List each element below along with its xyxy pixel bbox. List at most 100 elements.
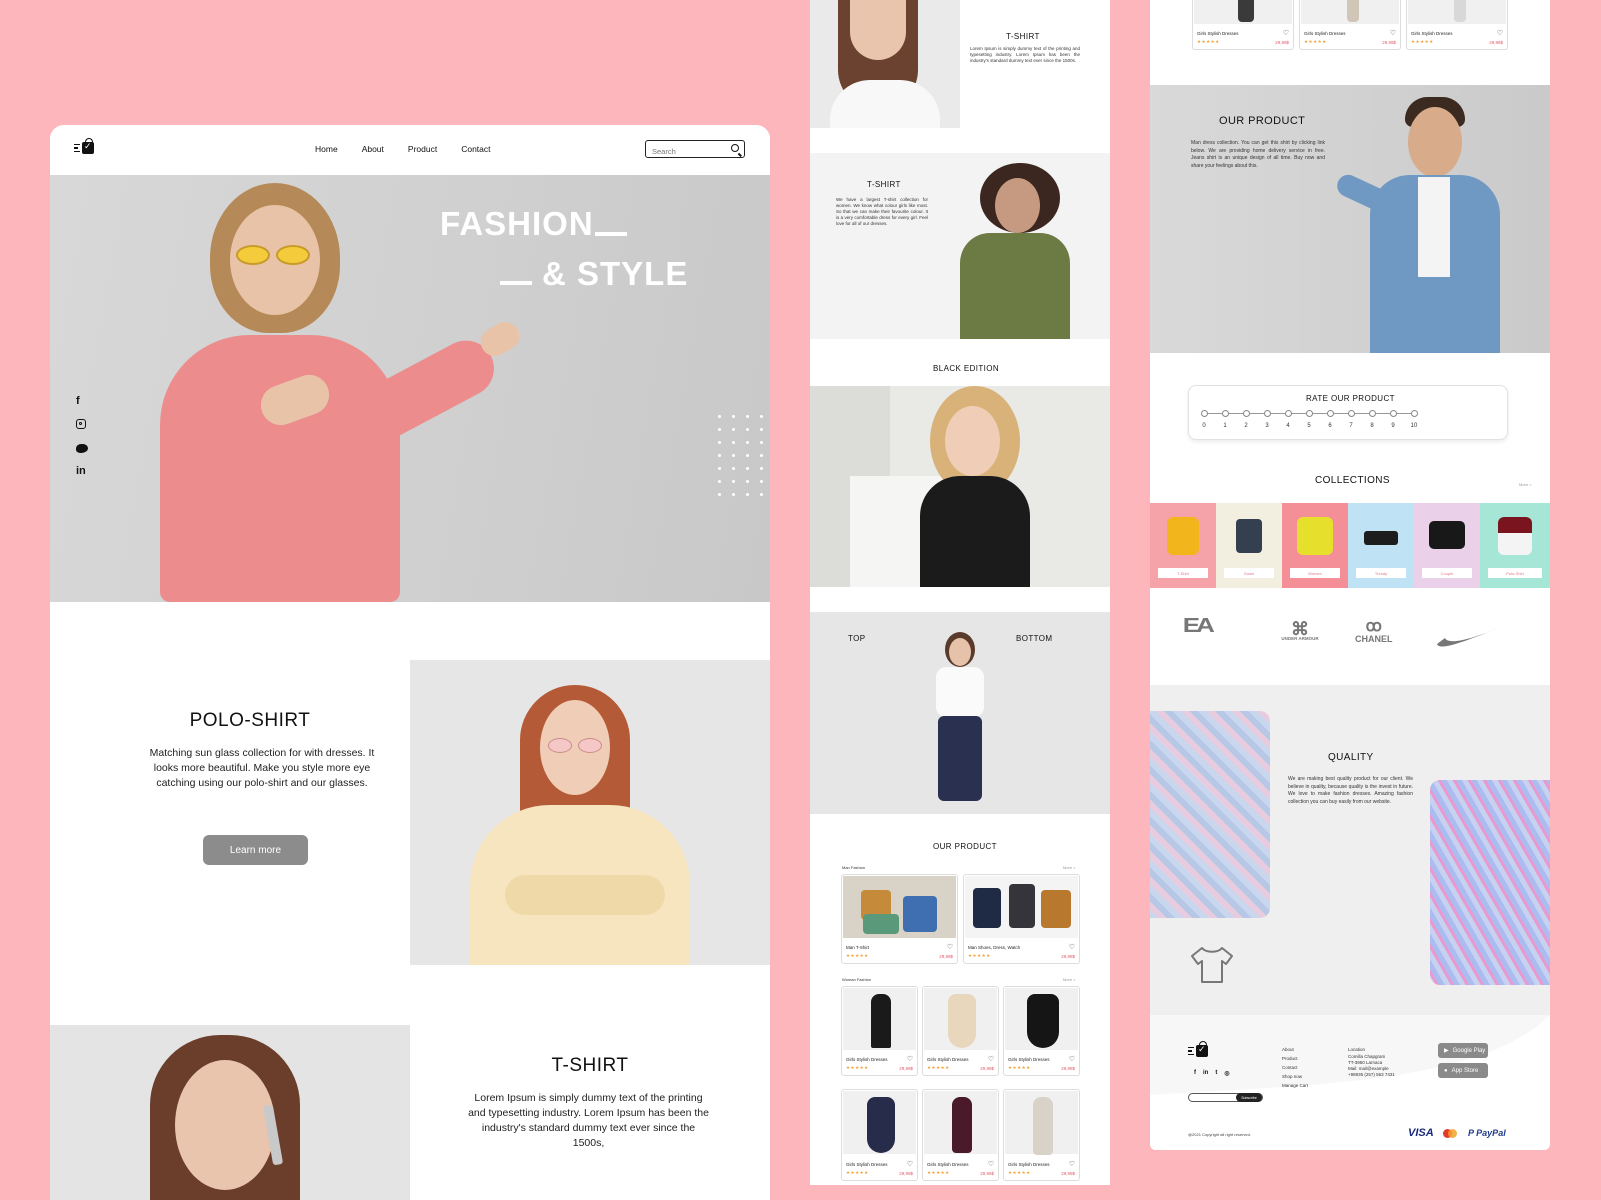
facebook-icon[interactable]: f xyxy=(76,395,88,407)
hero-title-line1: FASHION xyxy=(440,205,594,242)
rating-stars: ★★★★★ xyxy=(927,1170,950,1175)
dot-pattern xyxy=(718,415,764,496)
collection-tile[interactable]: Gown xyxy=(1216,503,1282,588)
collection-tile[interactable]: Women xyxy=(1282,503,1348,588)
product-name: Girls Stylish Dresses xyxy=(846,1057,888,1062)
product-card[interactable]: Girls Stylish Dresses ♡ ★★★★★ 29,99$ xyxy=(1003,986,1080,1076)
heart-icon[interactable]: ♡ xyxy=(988,1160,994,1168)
subscribe-button[interactable]: Subscribe xyxy=(1236,1093,1262,1102)
product-name: Girls Stylish Dresses xyxy=(1197,31,1239,36)
twitter-icon[interactable]: t xyxy=(1215,1070,1217,1077)
rating-point[interactable] xyxy=(1368,410,1376,417)
location-line: +98935 (257) 563 7431 xyxy=(1348,1072,1395,1077)
hero-title-line2: & STYLE xyxy=(542,255,689,292)
visa-logo: VISA xyxy=(1408,1127,1434,1139)
product-card[interactable]: Girls Stylish Dresses ♡ ★★★★★ 29,99$ xyxy=(1406,0,1508,50)
footer-link[interactable]: Manage Cart xyxy=(1282,1081,1308,1090)
linkedin-icon[interactable]: in xyxy=(76,465,88,477)
heart-icon[interactable]: ♡ xyxy=(988,1055,994,1063)
search-icon[interactable] xyxy=(731,144,739,152)
rating-point[interactable] xyxy=(1326,410,1334,417)
google-play-button[interactable]: ▶ Google Play xyxy=(1438,1043,1488,1058)
brand-logo-chanel[interactable]: ꝏ CHANEL xyxy=(1355,619,1393,645)
footer-link[interactable]: Contact xyxy=(1282,1063,1308,1072)
heart-icon[interactable]: ♡ xyxy=(947,943,953,951)
product-name: Man Shoes, Dress, Watch xyxy=(968,945,1021,950)
our-product-title: OUR PRODUCT xyxy=(933,842,997,851)
linkedin-icon[interactable]: in xyxy=(1203,1070,1208,1077)
rating-point[interactable] xyxy=(1389,410,1397,417)
brand-logo-emporio[interactable]: EA xyxy=(1183,615,1215,638)
product-price: 29,99$ xyxy=(899,1066,913,1071)
nav-link-product[interactable]: Product xyxy=(408,144,437,154)
rating-stars: ★★★★★ xyxy=(1008,1170,1031,1175)
black-edition-image xyxy=(810,386,1110,587)
rating-point[interactable] xyxy=(1242,410,1250,417)
app-store-button[interactable]: ● App Store xyxy=(1438,1063,1488,1078)
product-card[interactable]: Man Shoes, Dress, Watch ♡ ★★★★★ 29,99$ xyxy=(963,874,1080,964)
brand-collection-panel: Girls Stylish Dresses ♡ ★★★★★ 29,99$ Gir… xyxy=(1150,0,1550,1150)
tshirt-outline-icon xyxy=(1188,942,1234,993)
rating-point[interactable] xyxy=(1305,410,1313,417)
product-card[interactable]: Girls Stylish Dresses ♡ ★★★★★ 29,99$ xyxy=(922,986,999,1076)
footer-link[interactable]: Shop now xyxy=(1282,1072,1308,1081)
rate-product-title: RATE OUR PRODUCT xyxy=(1306,394,1395,403)
rating-point[interactable] xyxy=(1221,410,1229,417)
product-card[interactable]: Girls Stylish Dresses ♡ ★★★★★ 29,99$ xyxy=(841,986,918,1076)
heart-icon[interactable]: ♡ xyxy=(1069,1055,1075,1063)
heart-icon[interactable]: ♡ xyxy=(907,1055,913,1063)
footer-link[interactable]: About xyxy=(1282,1045,1308,1054)
collection-tile[interactable]: T-Shirt xyxy=(1150,503,1216,588)
instagram-icon[interactable]: ◎ xyxy=(1224,1070,1229,1077)
brand-logo-nike[interactable]: nike xyxy=(1435,620,1505,650)
product-card[interactable]: Girls Stylish Dresses ♡ ★★★★★ 29,99$ xyxy=(1192,0,1294,50)
rating-value: 0 xyxy=(1202,423,1206,429)
heart-icon[interactable]: ♡ xyxy=(1390,29,1396,37)
our-product-model-image xyxy=(1150,85,1550,353)
nav-link-home[interactable]: Home xyxy=(315,144,338,154)
learn-more-button[interactable]: Learn more xyxy=(203,835,308,865)
our-product-title: OUR PRODUCT xyxy=(1219,115,1306,127)
collection-tile[interactable]: Polo-Shirt xyxy=(1480,503,1550,588)
product-card[interactable]: Girls Stylish Dresses ♡ ★★★★★ 29,99$ xyxy=(1299,0,1401,50)
collection-tile[interactable]: Trendy xyxy=(1348,503,1414,588)
shop-logo-icon[interactable] xyxy=(1188,1041,1208,1057)
top-nav: Home About Product Contact xyxy=(50,125,770,175)
product-card[interactable]: Girls Stylish Dresses ♡ ★★★★★ 29,99$ xyxy=(1003,1089,1080,1181)
product-card[interactable]: Man T-Shirt ♡ ★★★★★ 29,99$ xyxy=(841,874,958,964)
rating-point[interactable] xyxy=(1410,410,1418,417)
rating-point[interactable] xyxy=(1200,410,1208,417)
nav-link-about[interactable]: About xyxy=(362,144,384,154)
quality-text: We are making best quality product for o… xyxy=(1288,776,1413,805)
subscribe-input[interactable]: Subscribe xyxy=(1188,1093,1263,1102)
landing-page-panel: Home About Product Contact FASHION & STY… xyxy=(50,125,770,1200)
men-more-link[interactable]: More > xyxy=(1063,865,1076,870)
heart-icon[interactable]: ♡ xyxy=(907,1160,913,1168)
footer-link[interactable]: Product xyxy=(1282,1054,1308,1063)
rating-point[interactable] xyxy=(1347,410,1355,417)
rating-point[interactable] xyxy=(1263,410,1271,417)
product-card[interactable]: Girls Stylish Dresses ♡ ★★★★★ 29,99$ xyxy=(922,1089,999,1181)
heart-icon[interactable]: ♡ xyxy=(1497,29,1503,37)
women-more-link[interactable]: More > xyxy=(1063,977,1076,982)
instagram-icon[interactable] xyxy=(76,419,88,432)
twitter-icon[interactable] xyxy=(76,444,88,453)
search-box xyxy=(645,140,745,160)
heart-icon[interactable]: ♡ xyxy=(1283,29,1289,37)
heart-icon[interactable]: ♡ xyxy=(1069,943,1075,951)
nav-link-contact[interactable]: Contact xyxy=(461,144,490,154)
rating-stars: ★★★★★ xyxy=(927,1065,950,1070)
collections-more-link[interactable]: More > xyxy=(1519,482,1532,487)
brand-logo-under-armour[interactable]: ⌘ UNDER ARMOUR xyxy=(1272,620,1328,641)
product-card[interactable]: Girls Stylish Dresses ♡ ★★★★★ 29,99$ xyxy=(841,1089,918,1181)
heart-icon[interactable]: ♡ xyxy=(1069,1160,1075,1168)
tshirt-text: Lorem Ipsum is simply dummy text of the … xyxy=(970,46,1080,63)
mastercard-logo: mastercard xyxy=(1443,1129,1457,1138)
collection-tile[interactable]: Couple xyxy=(1414,503,1480,588)
rating-value: 1 xyxy=(1223,423,1227,429)
search-input[interactable] xyxy=(646,143,724,160)
hero-dash xyxy=(595,232,627,236)
facebook-icon[interactable]: f xyxy=(1194,1070,1196,1077)
shop-logo-icon[interactable] xyxy=(74,138,94,154)
rating-point[interactable] xyxy=(1284,410,1292,417)
